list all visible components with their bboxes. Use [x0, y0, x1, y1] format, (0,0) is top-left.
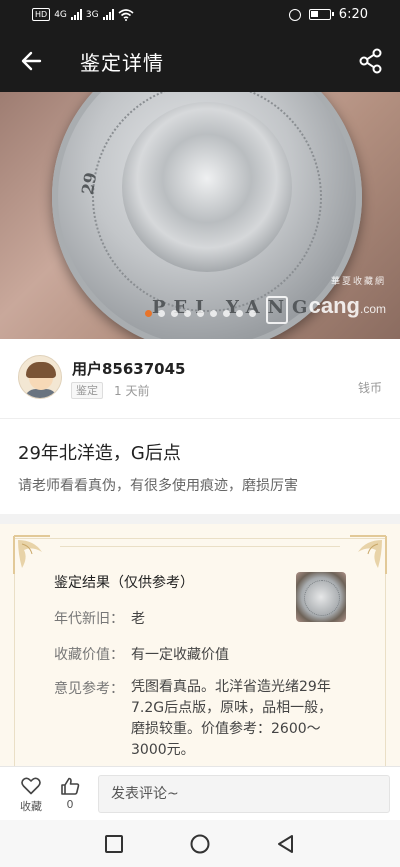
corner-ornament-icon [13, 535, 50, 574]
card-top-line [60, 546, 340, 547]
carousel-dot[interactable] [222, 310, 230, 317]
back-button[interactable] [18, 47, 46, 75]
system-nav-bar [0, 820, 400, 867]
share-button[interactable] [356, 46, 386, 76]
favorite-label: 收藏 [20, 800, 42, 813]
corner-ornament-icon [350, 535, 387, 574]
category-label: 钱币 [357, 381, 382, 395]
watermark-chinese: 華夏收藏網 [330, 276, 386, 286]
like-button[interactable]: 0 [56, 777, 84, 811]
heart-icon [21, 777, 41, 795]
age-value: 老 [131, 611, 145, 627]
signal-icon-2 [102, 9, 114, 20]
status-right: 6:20 [288, 7, 368, 22]
home-circle-icon[interactable] [189, 833, 211, 855]
collect-value-value: 有一定收藏价值 [131, 647, 229, 663]
wifi-icon [118, 8, 134, 21]
back-triangle-icon[interactable] [275, 833, 297, 855]
opinion-text: 凭图看真品。北洋省造光绪29年7.2G后点版，原味，品相一般，磨损较重。价值参考… [131, 679, 333, 758]
comment-input[interactable]: 发表评论~ [98, 775, 390, 813]
appraisal-result-card: 鉴定结果（仅供参考） 年代新旧： 老 收藏价值： 有一定收藏价值 意见参考： 凭… [0, 524, 400, 768]
avatar[interactable] [18, 355, 62, 399]
carousel-dot[interactable] [157, 310, 165, 317]
coin-photo-carousel[interactable]: PEI YANG 29 華夏收藏網 cang.com [0, 92, 400, 339]
collect-value-label: 收藏价值： [54, 647, 124, 663]
status-time: 6:20 [338, 7, 368, 22]
status-bar: HD 4G 3G 6:20 [0, 0, 400, 30]
app-bar: 鉴定详情 [0, 30, 400, 92]
carousel-dot[interactable] [209, 310, 217, 317]
battery-icon [308, 9, 334, 20]
carousel-dot[interactable] [170, 310, 178, 317]
post-time: 1 天前 [114, 384, 150, 398]
thumbs-up-icon [61, 777, 80, 795]
share-icon [359, 48, 382, 74]
back-arrow-icon [21, 51, 42, 71]
network-4g-label: 4G [54, 9, 67, 20]
carousel-dot[interactable] [248, 310, 256, 317]
username[interactable]: 用户85637045 [72, 358, 186, 379]
status-left: HD 4G 3G [32, 8, 134, 21]
opinion-label: 意见参考： [54, 681, 124, 697]
page-title: 鉴定详情 [80, 51, 164, 75]
post-title: 29年北洋造，G后点 [18, 443, 181, 464]
carousel-dot[interactable] [235, 310, 243, 317]
carousel-dot[interactable] [144, 310, 152, 317]
carousel-indicator [0, 310, 400, 317]
result-title: 鉴定结果（仅供参考） [54, 575, 194, 591]
carousel-dot[interactable] [183, 310, 191, 317]
coin-dragon [122, 102, 292, 272]
alarm-icon [288, 8, 301, 21]
carousel-dot[interactable] [196, 310, 204, 317]
user-info-row: 用户85637045 鉴定 1 天前 钱币 [0, 339, 400, 419]
hd-badge: HD [32, 8, 51, 21]
network-3g-label: 3G [85, 9, 99, 20]
favorite-button[interactable]: 收藏 [16, 777, 46, 814]
bottom-action-bar: 收藏 0 发表评论~ [0, 766, 400, 820]
post-type-tag: 鉴定 [71, 382, 103, 399]
section-divider [0, 514, 400, 524]
signal-icon [70, 9, 82, 20]
age-label: 年代新旧： [54, 611, 124, 627]
coin-thumbnail[interactable] [296, 572, 346, 622]
coin-inscription-left: 29 [77, 170, 101, 197]
recents-square-icon[interactable] [103, 833, 125, 855]
post-description: 请老师看看真伪，有很多使用痕迹，磨损厉害 [18, 478, 298, 494]
like-count: 0 [66, 798, 74, 811]
